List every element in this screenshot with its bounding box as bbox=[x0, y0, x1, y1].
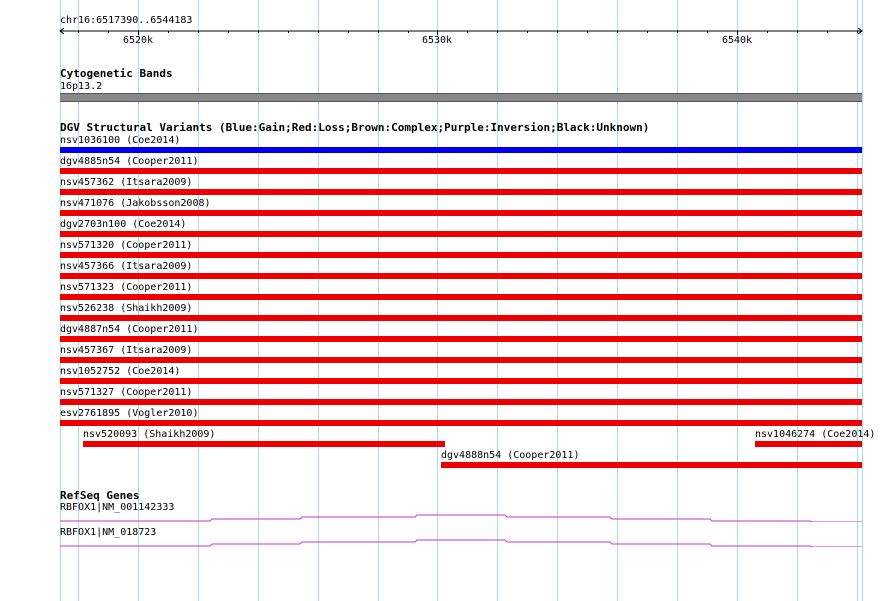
variant-label: nsv1046274 (Coe2014) bbox=[755, 429, 876, 440]
variant-bar[interactable] bbox=[60, 168, 862, 174]
variant-label: nsv526238 (Shaikh2009) bbox=[60, 303, 193, 314]
variant-label: nsv457362 (Itsara2009) bbox=[60, 177, 193, 188]
cytoband-track-title: Cytogenetic Bands bbox=[60, 67, 173, 80]
variant-bar[interactable] bbox=[60, 357, 862, 363]
ruler-tick-label: 6520k bbox=[122, 35, 154, 46]
variant-label: nsv1052752 (Coe2014) bbox=[60, 366, 181, 377]
variant-label: dgv4885n54 (Cooper2011) bbox=[60, 156, 199, 167]
grid-line bbox=[737, 0, 738, 601]
grid-line bbox=[318, 0, 319, 601]
variant-bar[interactable] bbox=[83, 441, 445, 447]
ruler-tick-label: 6540k bbox=[721, 35, 753, 46]
variant-label: nsv571327 (Cooper2011) bbox=[60, 387, 193, 398]
variant-label: dgv2703n100 (Coe2014) bbox=[60, 219, 187, 230]
variant-bar[interactable] bbox=[60, 420, 862, 426]
variant-bar[interactable] bbox=[755, 441, 862, 447]
gene-line bbox=[60, 514, 862, 522]
grid-line bbox=[557, 0, 558, 601]
variant-label: esv2761895 (Vogler2010) bbox=[60, 408, 199, 419]
gene-model[interactable] bbox=[0, 537, 890, 547]
grid-line bbox=[378, 0, 379, 601]
ruler-tick-label: 6530k bbox=[421, 35, 453, 46]
variant-label: nsv471076 (Jakobsson2008) bbox=[60, 198, 211, 209]
variant-bar[interactable] bbox=[60, 147, 862, 153]
grid-line bbox=[198, 0, 199, 601]
variant-bar[interactable] bbox=[60, 231, 862, 237]
grid-line bbox=[862, 0, 863, 601]
variant-bar[interactable] bbox=[60, 273, 862, 279]
variant-label: dgv4887n54 (Cooper2011) bbox=[60, 324, 199, 335]
refseq-track-title: RefSeq Genes bbox=[60, 489, 140, 502]
grid-line bbox=[797, 0, 798, 601]
variant-label: nsv457367 (Itsara2009) bbox=[60, 345, 193, 356]
variant-bar[interactable] bbox=[60, 336, 862, 342]
variant-label: nsv520093 (Shaikh2009) bbox=[83, 429, 216, 440]
grid-line bbox=[677, 0, 678, 601]
dgv-track-title: DGV Structural Variants (Blue:Gain;Red:L… bbox=[60, 121, 650, 134]
variant-label: nsv571323 (Cooper2011) bbox=[60, 282, 193, 293]
variant-bar[interactable] bbox=[60, 399, 862, 405]
variant-bar[interactable] bbox=[60, 252, 862, 258]
variant-bar[interactable] bbox=[60, 315, 862, 321]
variant-label: nsv571320 (Cooper2011) bbox=[60, 240, 193, 251]
gene-line bbox=[60, 539, 862, 547]
variant-bar[interactable] bbox=[60, 189, 862, 195]
grid-line bbox=[258, 0, 259, 601]
cytoband-label: 16p13.2 bbox=[60, 81, 103, 92]
variant-bar[interactable] bbox=[441, 462, 862, 468]
variant-bar[interactable] bbox=[60, 294, 862, 300]
grid-line bbox=[617, 0, 618, 601]
variant-label: dgv4888n54 (Cooper2011) bbox=[441, 450, 580, 461]
gene-model[interactable] bbox=[0, 512, 890, 522]
genome-browser-view: chr16:6517390..6544183 Cytogenetic Bands… bbox=[0, 0, 890, 601]
grid-line bbox=[857, 0, 858, 601]
grid-line bbox=[497, 0, 498, 601]
variant-bar[interactable] bbox=[60, 378, 862, 384]
cytoband-bar[interactable] bbox=[60, 93, 862, 102]
region-label: chr16:6517390..6544183 bbox=[60, 15, 193, 26]
variant-label: nsv457366 (Itsara2009) bbox=[60, 261, 193, 272]
variant-bar[interactable] bbox=[60, 210, 862, 216]
grid-line bbox=[437, 0, 438, 601]
variant-label: nsv1036100 (Coe2014) bbox=[60, 135, 181, 146]
